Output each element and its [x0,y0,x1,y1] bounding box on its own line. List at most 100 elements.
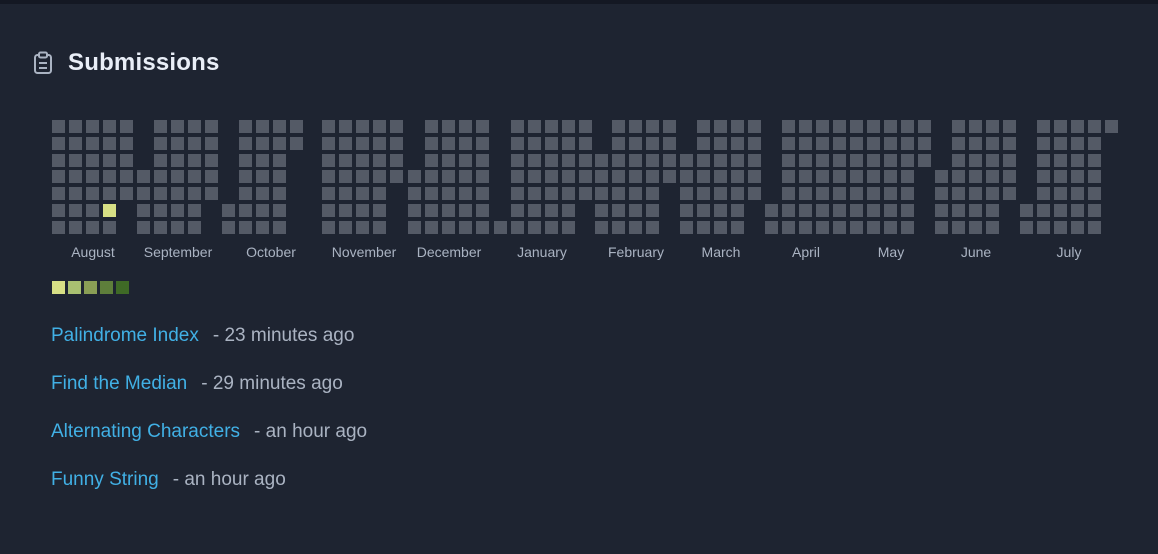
day-cell[interactable] [612,221,625,234]
day-cell[interactable] [1054,120,1067,133]
day-cell[interactable] [629,187,642,200]
day-cell[interactable] [273,154,286,167]
day-cell[interactable] [646,187,659,200]
day-cell[interactable] [322,154,335,167]
day-cell[interactable] [239,204,252,217]
day-cell[interactable] [986,221,999,234]
day-cell[interactable] [986,170,999,183]
day-cell[interactable] [171,221,184,234]
day-cell[interactable] [969,137,982,150]
day-cell[interactable] [69,154,82,167]
day-cell[interactable] [850,120,863,133]
day-cell[interactable] [748,137,761,150]
day-cell[interactable] [562,170,575,183]
day-cell[interactable] [867,187,880,200]
day-cell[interactable] [595,154,608,167]
day-cell[interactable] [476,170,489,183]
day-cell[interactable] [986,204,999,217]
day-cell[interactable] [459,120,472,133]
day-cell[interactable] [373,221,386,234]
day-cell[interactable] [833,120,846,133]
submission-link[interactable]: Palindrome Index [51,322,199,350]
day-cell[interactable] [545,221,558,234]
day-cell[interactable] [1088,154,1101,167]
day-cell[interactable] [476,154,489,167]
day-cell[interactable] [103,120,116,133]
day-cell[interactable] [595,170,608,183]
day-cell[interactable] [1003,154,1016,167]
day-cell[interactable] [442,204,455,217]
day-cell[interactable] [222,221,235,234]
day-cell[interactable] [799,137,812,150]
day-cell[interactable] [833,154,846,167]
day-cell[interactable] [646,137,659,150]
day-cell[interactable] [239,221,252,234]
day-cell[interactable] [459,170,472,183]
day-cell[interactable] [356,204,369,217]
day-cell[interactable] [697,187,710,200]
day-cell[interactable] [901,221,914,234]
day-cell[interactable] [748,154,761,167]
day-cell[interactable] [120,170,133,183]
day-cell[interactable] [901,137,914,150]
day-cell[interactable] [137,204,150,217]
day-cell[interactable] [154,204,167,217]
day-cell[interactable] [69,204,82,217]
day-cell[interactable] [1088,120,1101,133]
day-cell[interactable] [188,120,201,133]
day-cell[interactable] [1088,187,1101,200]
day-cell[interactable] [188,187,201,200]
day-cell[interactable] [1071,170,1084,183]
day-cell[interactable] [356,221,369,234]
day-cell[interactable] [697,170,710,183]
day-cell[interactable] [833,137,846,150]
day-cell[interactable] [205,170,218,183]
day-cell[interactable] [188,204,201,217]
day-cell[interactable] [714,221,727,234]
day-cell[interactable] [356,187,369,200]
day-cell[interactable] [579,120,592,133]
day-cell[interactable] [154,120,167,133]
day-cell[interactable] [459,154,472,167]
day-cell[interactable] [646,154,659,167]
day-cell[interactable] [322,221,335,234]
day-cell[interactable] [680,154,693,167]
day-cell[interactable] [1054,204,1067,217]
day-cell[interactable] [952,154,965,167]
day-cell[interactable] [867,120,880,133]
day-cell[interactable] [697,204,710,217]
day-cell[interactable] [425,187,438,200]
day-cell[interactable] [663,170,676,183]
day-cell[interactable] [867,154,880,167]
day-cell[interactable] [373,120,386,133]
day-cell[interactable] [373,137,386,150]
day-cell[interactable] [528,170,541,183]
day-cell[interactable] [52,154,65,167]
day-cell[interactable] [816,120,829,133]
day-cell[interactable] [1037,137,1050,150]
day-cell[interactable] [356,120,369,133]
day-cell[interactable] [408,221,421,234]
day-cell[interactable] [901,170,914,183]
day-cell[interactable] [816,170,829,183]
day-cell[interactable] [356,154,369,167]
day-cell[interactable] [697,221,710,234]
day-cell[interactable] [1003,137,1016,150]
day-cell[interactable] [612,120,625,133]
day-cell[interactable] [290,120,303,133]
day-cell[interactable] [86,170,99,183]
day-cell[interactable] [442,137,455,150]
day-cell[interactable] [850,187,863,200]
day-cell[interactable] [562,204,575,217]
day-cell[interactable] [782,170,795,183]
day-cell[interactable] [425,120,438,133]
day-cell[interactable] [612,137,625,150]
day-cell[interactable] [714,187,727,200]
day-cell[interactable] [273,170,286,183]
day-cell[interactable] [425,137,438,150]
day-cell[interactable] [579,154,592,167]
day-cell[interactable] [714,154,727,167]
day-cell[interactable] [356,170,369,183]
day-cell[interactable] [663,120,676,133]
day-cell[interactable] [52,120,65,133]
